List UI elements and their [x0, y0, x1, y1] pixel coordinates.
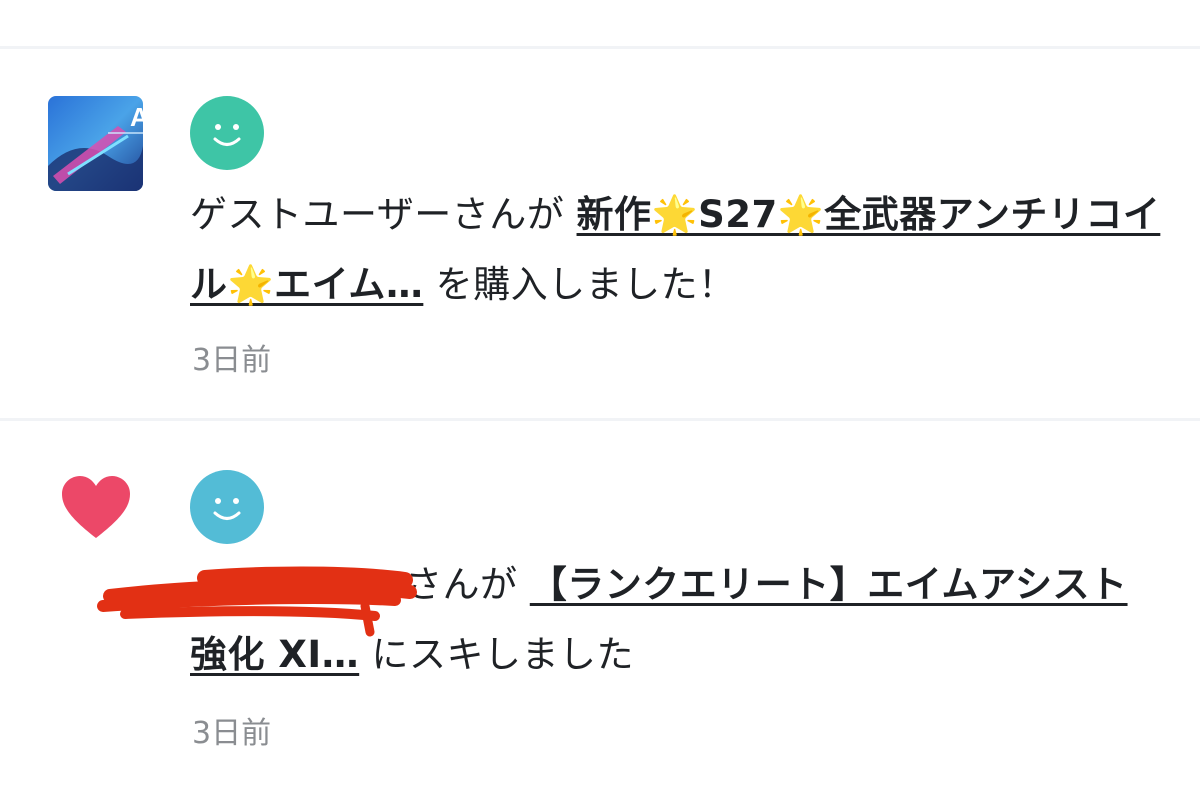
- middle-divider: [0, 418, 1200, 421]
- product-thumbnail[interactable]: AP: [48, 96, 143, 191]
- user-suffix: さんが: [451, 193, 565, 236]
- user-avatar[interactable]: [190, 470, 264, 544]
- redaction-scribble: [95, 566, 425, 641]
- timestamp: 3日前: [192, 343, 272, 378]
- user-name: ゲストユーザー: [190, 193, 452, 236]
- notification-message: ゲストユーザーさんが 新作🌟S27🌟全武器アンチリコイル🌟エイム… を購入しまし…: [190, 180, 1165, 320]
- top-divider: [0, 46, 1200, 49]
- user-avatar[interactable]: [190, 96, 264, 170]
- thumbnail-logo-text: AP: [130, 102, 143, 132]
- action-text: を購入しました！: [435, 263, 736, 306]
- timestamp: 3日前: [192, 716, 272, 751]
- avatar-background: [190, 470, 264, 544]
- heart-icon: [60, 474, 132, 540]
- avatar-background: [190, 96, 264, 170]
